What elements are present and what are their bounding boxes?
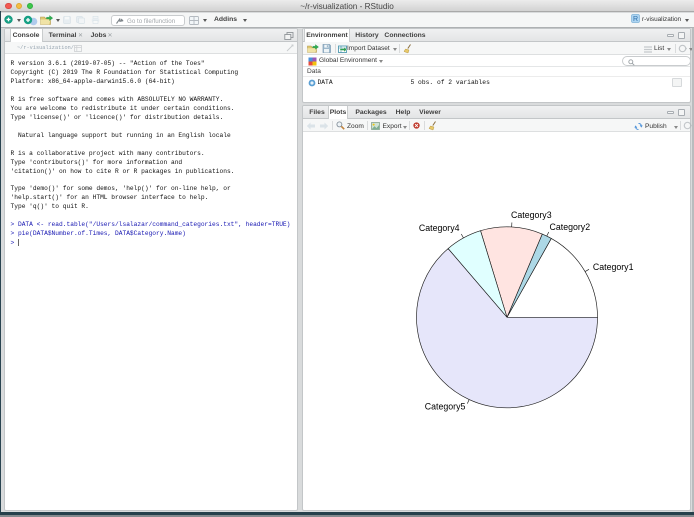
svg-text:R: R: [633, 16, 638, 23]
svg-text:Category5: Category5: [425, 401, 466, 411]
svg-text:Category2: Category2: [550, 222, 591, 232]
svg-text:Category4: Category4: [419, 223, 460, 233]
svg-text:Category1: Category1: [593, 262, 634, 272]
svg-text:Category3: Category3: [511, 210, 552, 220]
